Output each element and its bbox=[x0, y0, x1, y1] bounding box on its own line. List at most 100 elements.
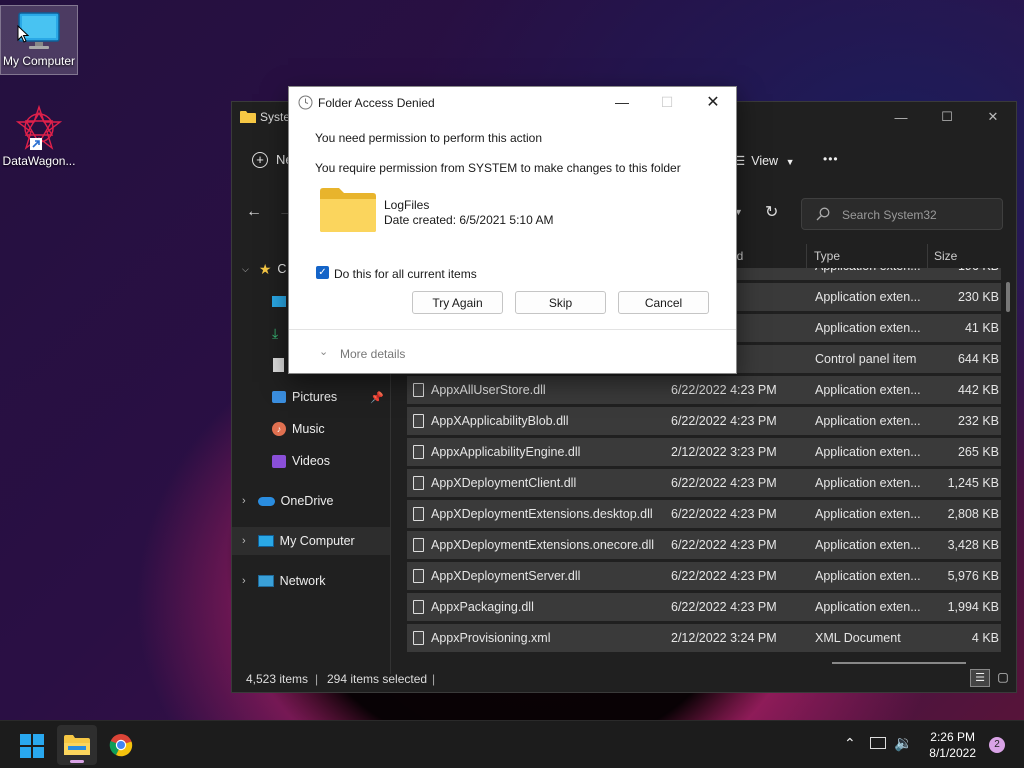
nav-item-pictures[interactable]: Pictures 📌 bbox=[232, 383, 390, 411]
apply-all-label[interactable]: Do this for all current items bbox=[334, 267, 477, 281]
dialog-minimize-button[interactable]: — bbox=[599, 87, 645, 117]
close-button[interactable]: ✕ bbox=[970, 102, 1016, 132]
table-row[interactable]: AppxApplicabilityEngine.dll 2/12/2022 3:2… bbox=[407, 438, 1001, 466]
file-date: 6/22/2022 4:23 PM bbox=[671, 569, 777, 583]
file-date: 6/22/2022 4:23 PM bbox=[671, 600, 777, 614]
nav-item-music[interactable]: ♪ Music bbox=[232, 415, 390, 443]
table-row[interactable]: AppXDeploymentExtensions.onecore.dll 6/22… bbox=[407, 531, 1001, 559]
file-size: 232 KB bbox=[957, 414, 999, 428]
back-arrow-icon[interactable]: ← bbox=[246, 203, 262, 221]
table-row[interactable]: AppxProvisioning.xml 2/12/2022 3:24 PM XML… bbox=[407, 624, 1001, 652]
file-date: 2/12/2022 3:24 PM bbox=[671, 631, 777, 645]
file-size: 230 KB bbox=[957, 290, 999, 304]
file-type: Application exten... bbox=[815, 600, 921, 614]
file-size: 4 KB bbox=[971, 631, 999, 645]
maximize-button[interactable]: ☐ bbox=[924, 102, 970, 132]
pin-icon[interactable]: 📌 bbox=[370, 391, 384, 404]
table-row[interactable]: AppXDeploymentClient.dll 6/22/2022 4:23 P… bbox=[407, 469, 1001, 497]
selected-count: 294 items selected bbox=[327, 672, 428, 686]
chevron-up-icon[interactable]: ⌃ bbox=[844, 735, 856, 752]
dialog-message: You need permission to perform this acti… bbox=[315, 131, 543, 145]
file-type: Application exten... bbox=[815, 268, 923, 273]
table-row[interactable]: AppXDeploymentExtensions.desktop.dll 6/22… bbox=[407, 500, 1001, 528]
nav-item-videos[interactable]: Videos bbox=[232, 447, 390, 475]
more-details-toggle[interactable]: More details bbox=[340, 347, 405, 361]
taskbar-chrome[interactable] bbox=[109, 733, 133, 760]
view-button[interactable]: ☰ View ▼ bbox=[734, 153, 795, 168]
new-button[interactable]: + Ne bbox=[252, 152, 293, 168]
windows-logo-icon bbox=[20, 734, 44, 758]
file-size: 5,976 KB bbox=[947, 569, 999, 583]
folder-date-created: Date created: 6/5/2021 5:10 AM bbox=[384, 213, 554, 227]
notification-badge[interactable]: 2 bbox=[989, 737, 1005, 753]
skip-button[interactable]: Skip bbox=[515, 291, 606, 314]
try-again-button[interactable]: Try Again bbox=[412, 291, 503, 314]
table-row[interactable]: AppxPackaging.dll 6/22/2022 4:23 PM Applic… bbox=[407, 593, 1001, 621]
clock-icon bbox=[298, 95, 313, 113]
dialog-separator bbox=[289, 329, 736, 330]
chevron-right-icon: › bbox=[242, 535, 246, 547]
network-status-icon[interactable] bbox=[870, 737, 886, 749]
file-type: Application exten... bbox=[815, 414, 921, 428]
system-clock[interactable]: 2:26 PM 8/1/2022 bbox=[929, 729, 976, 761]
column-header-size[interactable]: Size bbox=[934, 249, 957, 263]
file-date: 2/12/2022 3:23 PM bbox=[671, 445, 777, 459]
column-header-type[interactable]: Type bbox=[814, 249, 840, 263]
tiles-view-button[interactable]: ▢ bbox=[994, 669, 1012, 687]
nav-item-my-computer[interactable]: › My Computer bbox=[232, 527, 390, 555]
file-name: AppxPackaging.dll bbox=[431, 600, 534, 614]
dialog-maximize-button: ☐ bbox=[660, 93, 674, 110]
cloud-icon bbox=[257, 496, 275, 506]
search-input[interactable]: Search System32 bbox=[801, 198, 1003, 230]
nav-item-network[interactable]: › Network bbox=[232, 567, 390, 595]
vertical-scrollbar[interactable] bbox=[1006, 282, 1010, 312]
active-app-indicator bbox=[70, 760, 84, 763]
monitor-icon bbox=[257, 535, 274, 547]
dialog-detail: You require permission from SYSTEM to ma… bbox=[315, 161, 681, 175]
taskbar-file-explorer[interactable] bbox=[57, 725, 97, 765]
desktop-icon-my-computer[interactable]: My Computer bbox=[0, 5, 78, 75]
details-view-button[interactable]: ☰ bbox=[970, 669, 990, 687]
pictures-icon bbox=[272, 391, 286, 403]
item-count: 4,523 items bbox=[246, 672, 309, 686]
videos-icon bbox=[272, 454, 286, 468]
file-name: AppXApplicabilityBlob.dll bbox=[431, 414, 569, 428]
file-size: 442 KB bbox=[957, 383, 999, 397]
file-type: Application exten... bbox=[815, 290, 921, 304]
table-row[interactable]: AppxAllUserStore.dll 6/22/2022 4:23 PM App… bbox=[407, 376, 1001, 404]
folder-icon bbox=[240, 110, 256, 127]
refresh-icon[interactable]: ↻ bbox=[765, 202, 778, 222]
table-row[interactable]: AppXDeploymentServer.dll 6/22/2022 4:23 P… bbox=[407, 562, 1001, 590]
start-button[interactable] bbox=[20, 734, 44, 761]
dialog-title: Folder Access Denied bbox=[318, 96, 435, 110]
file-name: AppxAllUserStore.dll bbox=[431, 383, 546, 397]
chevron-right-icon: › bbox=[242, 495, 246, 507]
status-separator: | bbox=[315, 672, 319, 686]
cancel-button[interactable]: Cancel bbox=[618, 291, 709, 314]
dialog-close-button[interactable]: ✕ bbox=[690, 87, 736, 117]
file-size: 41 KB bbox=[964, 321, 999, 335]
chevron-down-icon: ▼ bbox=[785, 157, 795, 167]
chrome-icon bbox=[109, 734, 133, 757]
file-size: 1,245 KB bbox=[947, 476, 999, 490]
file-name: AppXDeploymentServer.dll bbox=[431, 569, 581, 583]
chevron-down-icon[interactable]: ⌄ bbox=[319, 345, 328, 358]
desktop-icon-datawagon[interactable]: DataWagon... bbox=[0, 104, 78, 168]
file-size: 2,808 KB bbox=[947, 507, 999, 521]
file-date: 6/22/2022 4:23 PM bbox=[671, 538, 777, 552]
chevron-right-icon: › bbox=[242, 575, 246, 587]
apply-all-checkbox[interactable]: ✓ bbox=[316, 266, 329, 279]
document-icon bbox=[273, 358, 284, 372]
file-size: 644 KB bbox=[957, 352, 999, 366]
file-icon bbox=[413, 600, 424, 614]
column-divider bbox=[806, 244, 807, 268]
file-date: 6/22/2022 4:23 PM bbox=[671, 414, 777, 428]
folder-access-denied-dialog: Folder Access Denied — ☐ ✕ You need perm… bbox=[288, 86, 737, 374]
more-options-button[interactable]: ••• bbox=[823, 152, 839, 166]
horizontal-scrollbar[interactable] bbox=[832, 662, 966, 664]
nav-item-onedrive[interactable]: › OneDrive bbox=[232, 487, 390, 515]
minimize-button[interactable]: — bbox=[878, 102, 924, 132]
file-icon bbox=[413, 538, 424, 552]
volume-icon[interactable]: 🔉 bbox=[894, 734, 913, 752]
table-row[interactable]: AppXApplicabilityBlob.dll 6/22/2022 4:23 … bbox=[407, 407, 1001, 435]
